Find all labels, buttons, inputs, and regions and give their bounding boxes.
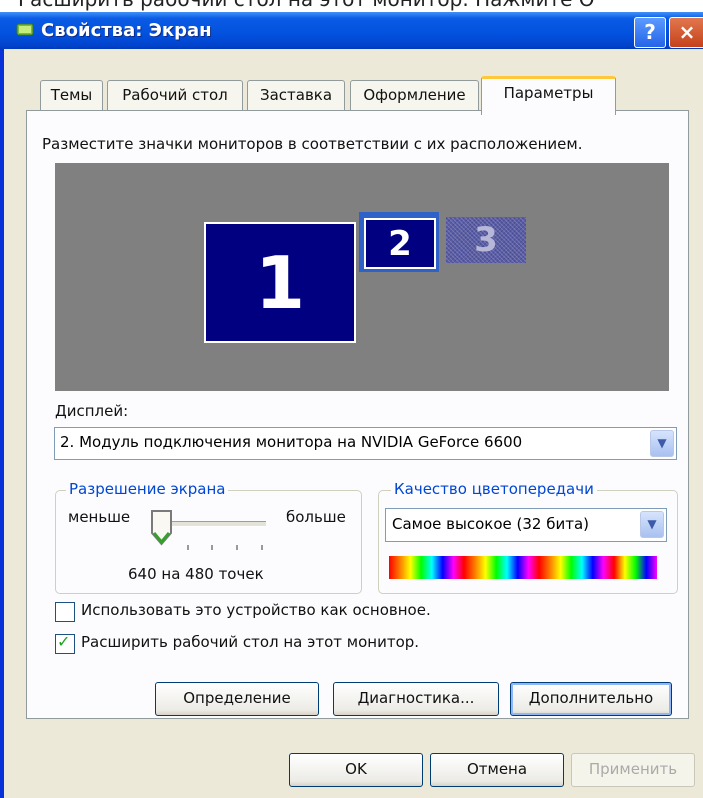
advanced-button[interactable]: Дополнительно (510, 682, 672, 716)
monitor-layout-area[interactable] (55, 163, 669, 391)
monitor-3[interactable]: 3 (446, 217, 526, 263)
close-button[interactable]: × (669, 17, 703, 48)
ok-button[interactable]: OK (289, 753, 423, 787)
resolution-legend: Разрешение экрана (66, 480, 229, 498)
resolution-less-label: меньше (68, 508, 131, 526)
resolution-more-label: больше (286, 508, 346, 526)
display-select-value: 2. Модуль подключения монитора на NVIDIA… (60, 433, 523, 451)
display-properties-icon (16, 23, 34, 36)
window-title: Свойства: Экран (41, 20, 212, 41)
primary-device-checkbox[interactable] (55, 602, 75, 622)
resolution-slider-thumb[interactable] (149, 509, 174, 547)
slider-tick (236, 545, 238, 550)
troubleshoot-button[interactable]: Диагностика... (333, 682, 499, 716)
identify-button[interactable]: Определение (155, 682, 319, 716)
tab-appearance[interactable]: Оформление (350, 80, 479, 111)
monitor-2[interactable]: 2 (364, 218, 436, 269)
color-spectrum-preview (389, 556, 657, 579)
tab-themes[interactable]: Темы (40, 80, 103, 111)
color-quality-select[interactable]: Самое высокое (32 бита) ▼ (385, 508, 667, 542)
color-quality-legend: Качество цветопередачи (391, 480, 597, 498)
tab-desktop[interactable]: Рабочий стол (107, 80, 243, 111)
resolution-value: 640 на 480 точек (128, 565, 264, 583)
cropped-caption-text: Расширить рабочий стол на этот монитор. … (18, 0, 703, 12)
slider-tick (187, 545, 189, 550)
display-label: Дисплей: (55, 402, 129, 420)
monitor-instruction: Разместите значки мониторов в соответств… (42, 135, 583, 153)
primary-device-label[interactable]: Использовать это устройство как основное… (81, 601, 431, 619)
slider-tick (261, 545, 263, 550)
chevron-down-icon[interactable]: ▼ (650, 430, 674, 457)
extend-desktop-label[interactable]: Расширить рабочий стол на этот монитор. (81, 633, 419, 651)
color-quality-value: Самое высокое (32 бита) (392, 515, 589, 533)
apply-button[interactable]: Применить (571, 753, 695, 787)
cancel-button[interactable]: Отмена (430, 753, 564, 787)
tab-settings[interactable]: Параметры (481, 76, 616, 115)
tab-screensaver[interactable]: Заставка (247, 80, 345, 111)
display-select[interactable]: 2. Модуль подключения монитора на NVIDIA… (54, 427, 677, 460)
extend-desktop-checkbox[interactable] (55, 632, 75, 654)
slider-tick (211, 545, 213, 550)
chevron-down-icon[interactable]: ▼ (640, 511, 664, 538)
monitor-1[interactable]: 1 (204, 222, 356, 343)
help-button[interactable]: ? (634, 17, 666, 48)
